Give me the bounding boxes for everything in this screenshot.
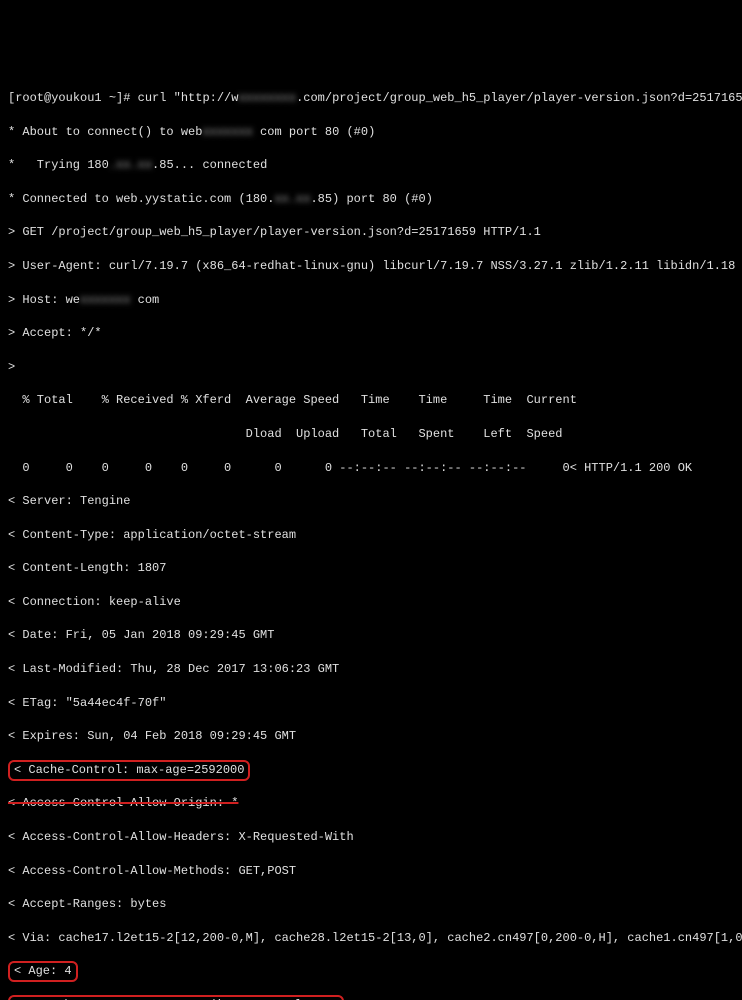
redacted: xx.xx xyxy=(274,192,310,206)
response-header: < ETag: "5a44ec4f-70f" xyxy=(8,695,734,712)
response-header: < Last-Modified: Thu, 28 Dec 2017 13:06:… xyxy=(8,661,734,678)
cache-control-header: < Cache-Control: max-age=2592000 xyxy=(8,762,734,779)
response-header: < Date: Fri, 05 Jan 2018 09:29:45 GMT xyxy=(8,627,734,644)
redacted: .xx.xx xyxy=(109,158,152,172)
x-cache-header: < X-Cache: HIT TCP_MEM_HIT dirn:-2:-2 ml… xyxy=(8,997,734,1000)
response-header: < Content-Type: application/octet-stream xyxy=(8,527,734,544)
prompt: [root@youkou1 ~]# xyxy=(8,91,138,105)
response-header: < Access-Control-Allow-Origin: * xyxy=(8,795,734,812)
output-line: > xyxy=(8,359,734,376)
response-header: < Access-Control-Allow-Headers: X-Reques… xyxy=(8,829,734,846)
output-line: > Host: wexxxxxxx com xyxy=(8,292,734,309)
table-header: Dload Upload Total Spent Left Speed xyxy=(8,426,734,443)
age-header: < Age: 4 xyxy=(8,963,734,980)
redacted: xxxxxxx xyxy=(80,293,130,307)
table-header: % Total % Received % Xferd Average Speed… xyxy=(8,392,734,409)
terminal-output: [root@youkou1 ~]# curl "http://wxxxxxxxx… xyxy=(8,73,734,1000)
output-line: * Connected to web.yystatic.com (180.xx.… xyxy=(8,191,734,208)
output-line: > GET /project/group_web_h5_player/playe… xyxy=(8,224,734,241)
table-row: 0 0 0 0 0 0 0 0 --:--:-- --:--:-- --:--:… xyxy=(8,460,734,477)
response-header: < Expires: Sun, 04 Feb 2018 09:29:45 GMT xyxy=(8,728,734,745)
redacted: xxxxxxxx xyxy=(238,91,296,105)
output-line: * Trying 180.xx.xx.85... connected xyxy=(8,157,734,174)
response-header: < Accept-Ranges: bytes xyxy=(8,896,734,913)
response-header: < Connection: keep-alive xyxy=(8,594,734,611)
output-line: * About to connect() to webxxxxxxx com p… xyxy=(8,124,734,141)
response-header: < Content-Length: 1807 xyxy=(8,560,734,577)
response-header: < Server: Tengine xyxy=(8,493,734,510)
response-header: < Via: cache17.l2et15-2[12,200-0,M], cac… xyxy=(8,930,734,947)
output-line: > Accept: */* xyxy=(8,325,734,342)
output-line: > User-Agent: curl/7.19.7 (x86_64-redhat… xyxy=(8,258,734,275)
command-line: [root@youkou1 ~]# curl "http://wxxxxxxxx… xyxy=(8,90,734,107)
redacted: xxxxxxx xyxy=(202,125,252,139)
response-header: < Access-Control-Allow-Methods: GET,POST xyxy=(8,863,734,880)
